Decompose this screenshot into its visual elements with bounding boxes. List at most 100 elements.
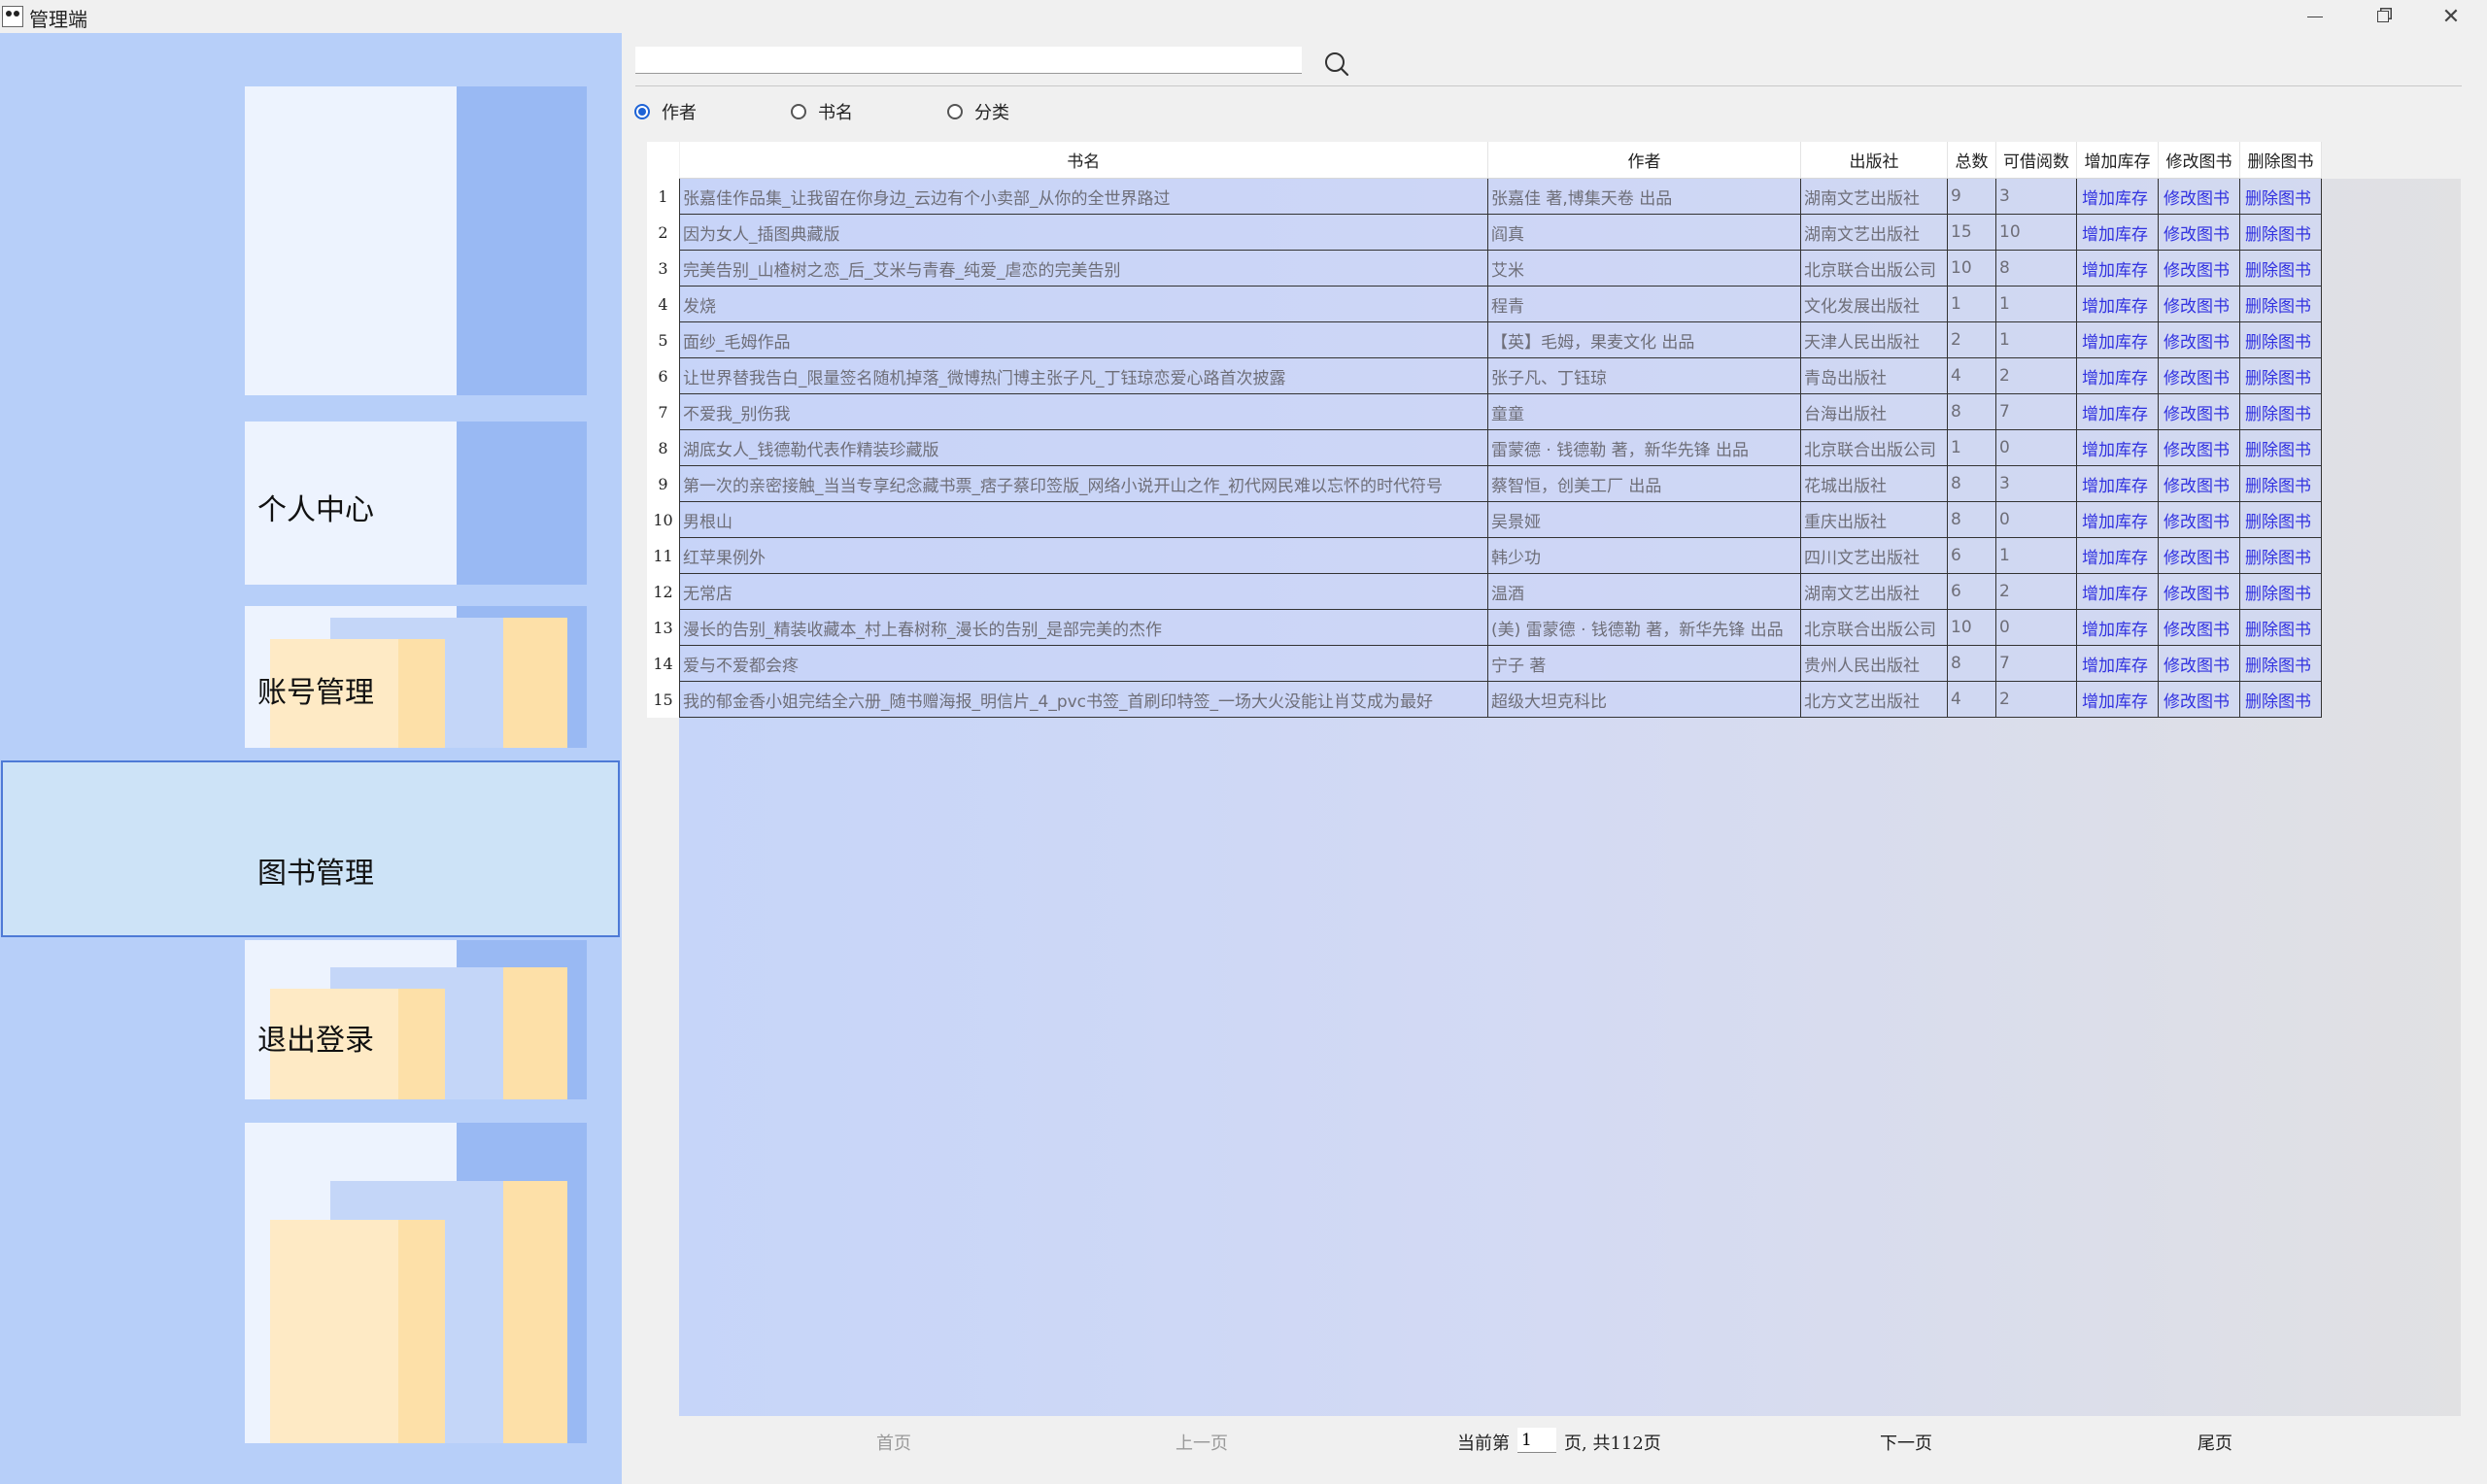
total-cell[interactable]: 1	[1947, 429, 1996, 466]
author-cell[interactable]: 超级大坦克科比	[1487, 681, 1801, 718]
available-cell[interactable]: 1	[1995, 321, 2077, 358]
title-cell[interactable]: 红苹果例外	[679, 537, 1488, 574]
total-cell[interactable]: 4	[1947, 357, 1996, 394]
filter-title-radio[interactable]: 书名	[791, 99, 853, 124]
add-stock-link[interactable]: 增加库存	[2076, 429, 2159, 466]
edit-book-link[interactable]: 修改图书	[2158, 250, 2240, 287]
add-stock-link[interactable]: 增加库存	[2076, 609, 2159, 646]
table-row[interactable]: 完美告别_山楂树之恋_后_艾米与青春_纯爱_虐恋的完美告别 艾米 北京联合出版公司 1…	[679, 250, 2322, 287]
table-row[interactable]: 漫长的告别_精装收藏本_村上春树称_漫长的告别_是部完美的杰作 (美) 雷蒙德 ·…	[679, 609, 2322, 646]
author-cell[interactable]: 童童	[1487, 393, 1801, 430]
total-cell[interactable]: 8	[1947, 645, 1996, 682]
publisher-cell[interactable]: 天津人民出版社	[1800, 321, 1948, 358]
column-header-delete-book[interactable]: 删除图书	[2239, 142, 2322, 179]
delete-book-link[interactable]: 删除图书	[2239, 645, 2322, 682]
title-cell[interactable]: 让世界替我告白_限量签名随机掉落_微博热门博主张子凡_丁钰琼恋爱心路首次披露	[679, 357, 1488, 394]
delete-book-link[interactable]: 删除图书	[2239, 429, 2322, 466]
edit-book-link[interactable]: 修改图书	[2158, 681, 2240, 718]
available-cell[interactable]: 2	[1995, 573, 2077, 610]
title-cell[interactable]: 男根山	[679, 501, 1488, 538]
table-row[interactable]: 发烧 程青 文化发展出版社 1 1 增加库存 修改图书 删除图书	[679, 286, 2322, 322]
publisher-cell[interactable]: 湖南文艺出版社	[1800, 573, 1948, 610]
publisher-cell[interactable]: 四川文艺出版社	[1800, 537, 1948, 574]
delete-book-link[interactable]: 删除图书	[2239, 250, 2322, 287]
publisher-cell[interactable]: 湖南文艺出版社	[1800, 214, 1948, 251]
minimize-button[interactable]	[2281, 0, 2349, 33]
edit-book-link[interactable]: 修改图书	[2158, 286, 2240, 322]
author-cell[interactable]: 【英】毛姆，果麦文化 出品	[1487, 321, 1801, 358]
column-header-total[interactable]: 总数	[1947, 142, 1996, 179]
edit-book-link[interactable]: 修改图书	[2158, 645, 2240, 682]
available-cell[interactable]: 2	[1995, 681, 2077, 718]
author-cell[interactable]: 吴景娅	[1487, 501, 1801, 538]
total-cell[interactable]: 1	[1947, 286, 1996, 322]
maximize-button[interactable]	[2349, 0, 2417, 33]
available-cell[interactable]: 0	[1995, 609, 2077, 646]
total-cell[interactable]: 9	[1947, 178, 1996, 215]
author-cell[interactable]: 温酒	[1487, 573, 1801, 610]
title-cell[interactable]: 湖底女人_钱德勒代表作精装珍藏版	[679, 429, 1488, 466]
delete-book-link[interactable]: 删除图书	[2239, 393, 2322, 430]
close-button[interactable]: ✕	[2417, 0, 2485, 33]
publisher-cell[interactable]: 文化发展出版社	[1800, 286, 1948, 322]
available-cell[interactable]: 1	[1995, 286, 2077, 322]
total-cell[interactable]: 8	[1947, 393, 1996, 430]
author-cell[interactable]: 韩少功	[1487, 537, 1801, 574]
publisher-cell[interactable]: 贵州人民出版社	[1800, 645, 1948, 682]
edit-book-link[interactable]: 修改图书	[2158, 501, 2240, 538]
available-cell[interactable]: 1	[1995, 537, 2077, 574]
add-stock-link[interactable]: 增加库存	[2076, 214, 2159, 251]
filter-category-radio[interactable]: 分类	[947, 99, 1009, 124]
title-cell[interactable]: 第一次的亲密接触_当当专享纪念藏书票_痞子蔡印签版_网络小说开山之作_初代网民难…	[679, 465, 1488, 502]
delete-book-link[interactable]: 删除图书	[2239, 286, 2322, 322]
edit-book-link[interactable]: 修改图书	[2158, 214, 2240, 251]
delete-book-link[interactable]: 删除图书	[2239, 573, 2322, 610]
publisher-cell[interactable]: 重庆出版社	[1800, 501, 1948, 538]
column-header-available[interactable]: 可借阅数	[1995, 142, 2077, 179]
add-stock-link[interactable]: 增加库存	[2076, 645, 2159, 682]
total-cell[interactable]: 6	[1947, 537, 1996, 574]
table-row[interactable]: 湖底女人_钱德勒代表作精装珍藏版 雷蒙德 · 钱德勒 著，新华先锋 出品 北京联合出…	[679, 429, 2322, 466]
title-cell[interactable]: 不爱我_别伤我	[679, 393, 1488, 430]
available-cell[interactable]: 7	[1995, 645, 2077, 682]
column-header-title[interactable]: 书名	[679, 142, 1488, 179]
title-cell[interactable]: 漫长的告别_精装收藏本_村上春树称_漫长的告别_是部完美的杰作	[679, 609, 1488, 646]
available-cell[interactable]: 0	[1995, 501, 2077, 538]
delete-book-link[interactable]: 删除图书	[2239, 357, 2322, 394]
delete-book-link[interactable]: 删除图书	[2239, 178, 2322, 215]
column-header-author[interactable]: 作者	[1487, 142, 1801, 179]
delete-book-link[interactable]: 删除图书	[2239, 681, 2322, 718]
add-stock-link[interactable]: 增加库存	[2076, 357, 2159, 394]
edit-book-link[interactable]: 修改图书	[2158, 609, 2240, 646]
author-cell[interactable]: 程青	[1487, 286, 1801, 322]
add-stock-link[interactable]: 增加库存	[2076, 501, 2159, 538]
column-header-edit-book[interactable]: 修改图书	[2158, 142, 2240, 179]
delete-book-link[interactable]: 删除图书	[2239, 537, 2322, 574]
table-row[interactable]: 张嘉佳作品集_让我留在你身边_云边有个小卖部_从你的全世界路过 张嘉佳 著,博集天…	[679, 178, 2322, 215]
publisher-cell[interactable]: 青岛出版社	[1800, 357, 1948, 394]
add-stock-link[interactable]: 增加库存	[2076, 393, 2159, 430]
publisher-cell[interactable]: 花城出版社	[1800, 465, 1948, 502]
available-cell[interactable]: 7	[1995, 393, 2077, 430]
total-cell[interactable]: 2	[1947, 321, 1996, 358]
edit-book-link[interactable]: 修改图书	[2158, 465, 2240, 502]
title-cell[interactable]: 我的郁金香小姐完结全六册_随书赠海报_明信片_4_pvc书签_首刷印特签_一场大…	[679, 681, 1488, 718]
page-number-input[interactable]	[1517, 1428, 1556, 1453]
author-cell[interactable]: (美) 雷蒙德 · 钱德勒 著，新华先锋 出品	[1487, 609, 1801, 646]
add-stock-link[interactable]: 增加库存	[2076, 321, 2159, 358]
table-row[interactable]: 让世界替我告白_限量签名随机掉落_微博热门博主张子凡_丁钰琼恋爱心路首次披露 张子…	[679, 357, 2322, 394]
table-row[interactable]: 面纱_毛姆作品 【英】毛姆，果麦文化 出品 天津人民出版社 2 1 增加库存 修改图书 删除图…	[679, 321, 2322, 358]
publisher-cell[interactable]: 北京联合出版公司	[1800, 429, 1948, 466]
total-cell[interactable]: 8	[1947, 465, 1996, 502]
add-stock-link[interactable]: 增加库存	[2076, 250, 2159, 287]
table-row[interactable]: 男根山 吴景娅 重庆出版社 8 0 增加库存 修改图书 删除图书	[679, 501, 2322, 538]
table-row[interactable]: 爱与不爱都会疼 宁子 著贵州人民出版社 8 7 增加库存 修改图书 删除图书	[679, 645, 2322, 682]
author-cell[interactable]: 张嘉佳 著,博集天卷 出品	[1487, 178, 1801, 215]
author-cell[interactable]: 阎真	[1487, 214, 1801, 251]
table-row[interactable]: 因为女人_插图典藏版 阎真 湖南文艺出版社 15 10 增加库存 修改图书 删除图书	[679, 214, 2322, 251]
available-cell[interactable]: 2	[1995, 357, 2077, 394]
title-cell[interactable]: 因为女人_插图典藏版	[679, 214, 1488, 251]
title-cell[interactable]: 无常店	[679, 573, 1488, 610]
add-stock-link[interactable]: 增加库存	[2076, 537, 2159, 574]
delete-book-link[interactable]: 删除图书	[2239, 501, 2322, 538]
